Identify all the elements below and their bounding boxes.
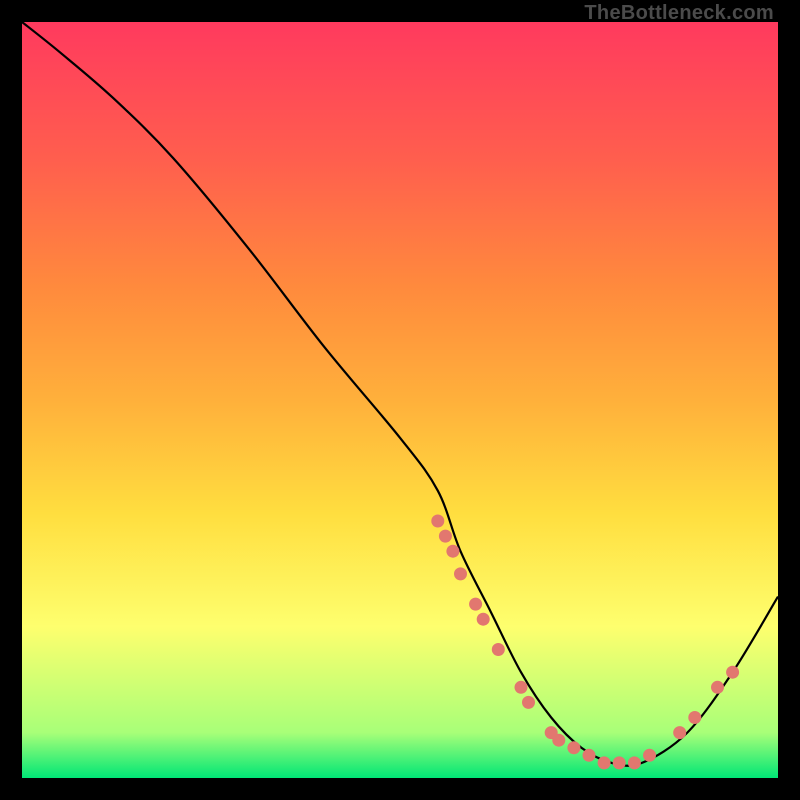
highlight-point — [598, 756, 611, 769]
highlight-point — [515, 681, 528, 694]
highlight-point — [454, 567, 467, 580]
highlight-point — [567, 741, 580, 754]
highlight-point — [688, 711, 701, 724]
highlight-point — [469, 598, 482, 611]
chart-stage: TheBottleneck.com — [0, 0, 800, 800]
bottleneck-curve — [22, 22, 778, 766]
highlight-point — [628, 756, 641, 769]
highlight-point — [711, 681, 724, 694]
highlight-point — [643, 749, 656, 762]
highlight-point — [552, 734, 565, 747]
chart-overlay — [22, 22, 778, 778]
highlight-point — [522, 696, 535, 709]
highlight-point — [439, 530, 452, 543]
highlight-point — [492, 643, 505, 656]
highlight-point — [583, 749, 596, 762]
highlight-points — [431, 515, 739, 770]
highlight-point — [431, 515, 444, 528]
highlight-point — [446, 545, 459, 558]
highlight-point — [613, 756, 626, 769]
highlight-point — [673, 726, 686, 739]
highlight-point — [726, 666, 739, 679]
highlight-point — [477, 613, 490, 626]
